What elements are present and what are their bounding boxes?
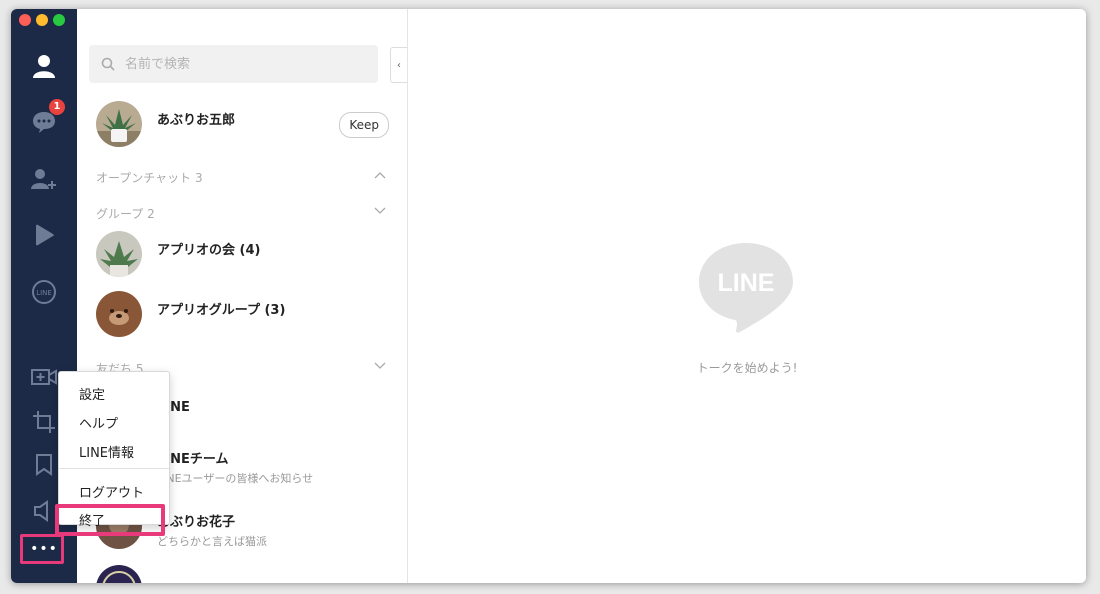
menu-item-logout[interactable]: ログアウト bbox=[79, 482, 144, 501]
line-logo-icon: LINE bbox=[699, 243, 793, 333]
chevron-down-icon bbox=[374, 362, 386, 369]
line-circle-icon: LINE bbox=[32, 280, 56, 304]
friend-status: LINEユーザーの皆様へお知らせ bbox=[157, 472, 314, 485]
sidebar-item-chats[interactable]: 1 bbox=[27, 99, 65, 139]
chevron-left-icon: ‹ bbox=[397, 59, 401, 71]
collapse-list-button[interactable]: ‹ bbox=[390, 47, 407, 83]
search-input[interactable] bbox=[89, 45, 378, 83]
search-icon bbox=[101, 57, 115, 71]
avatar bbox=[96, 565, 142, 583]
quit-item-highlight bbox=[55, 504, 165, 536]
sidebar-item-keep[interactable] bbox=[27, 448, 61, 482]
chat-bubble-icon bbox=[33, 112, 55, 133]
friend-row[interactable] bbox=[77, 561, 407, 583]
menu-item-settings[interactable]: 設定 bbox=[79, 384, 105, 403]
sidebar-item-friends[interactable] bbox=[27, 49, 61, 83]
sidebar-item-more[interactable]: ••• bbox=[27, 532, 61, 566]
menu-item-help[interactable]: ヘルプ bbox=[79, 413, 118, 432]
avatar bbox=[96, 231, 142, 277]
section-label: グループ 2 bbox=[96, 207, 155, 221]
group-name: アプリオグループ (3) bbox=[157, 303, 286, 318]
profile-name: あぶりお五郎 bbox=[157, 113, 236, 128]
bookmark-icon bbox=[36, 454, 52, 476]
app-window: 1 LINE ••• ‹ bbox=[11, 9, 1086, 583]
group-name: アプリオの会 (4) bbox=[157, 243, 261, 258]
crop-icon bbox=[33, 411, 55, 433]
close-window-button[interactable] bbox=[19, 14, 31, 26]
minimize-window-button[interactable] bbox=[36, 14, 48, 26]
more-context-menu: 設定 ヘルプ LINE情報 ログアウト 終了 bbox=[58, 371, 170, 529]
avatar bbox=[96, 101, 142, 147]
sidebar-item-line-services[interactable]: LINE bbox=[27, 275, 61, 309]
sidebar-item-add-friends[interactable] bbox=[27, 162, 61, 196]
line-logo-text: LINE bbox=[718, 269, 775, 297]
add-person-icon bbox=[31, 169, 56, 189]
sidebar-item-screenshot[interactable] bbox=[27, 405, 61, 439]
svg-text:LINE: LINE bbox=[36, 289, 52, 297]
group-row[interactable]: アプリオの会 (4) bbox=[77, 227, 407, 283]
sidebar-item-video-call[interactable] bbox=[27, 360, 61, 394]
zoom-window-button[interactable] bbox=[53, 14, 65, 26]
my-profile-row[interactable]: あぶりお五郎 Keep bbox=[77, 97, 407, 153]
empty-state-message: トークを始めよう! bbox=[696, 361, 798, 375]
keep-button[interactable]: Keep bbox=[339, 112, 389, 138]
play-icon bbox=[36, 224, 54, 246]
menu-divider bbox=[59, 468, 169, 469]
section-groups[interactable]: グループ 2 bbox=[96, 205, 386, 225]
chat-main-pane: LINE トークを始めよう! bbox=[408, 9, 1086, 583]
section-label: オープンチャット 3 bbox=[96, 171, 203, 185]
unread-badge: 1 bbox=[49, 99, 65, 115]
avatar bbox=[96, 291, 142, 337]
person-icon bbox=[33, 55, 55, 78]
chevron-down-icon bbox=[374, 207, 386, 214]
more-dots-icon: ••• bbox=[30, 541, 58, 557]
chevron-up-icon bbox=[374, 172, 386, 179]
section-open-chat[interactable]: オープンチャット 3 bbox=[96, 169, 386, 189]
friend-status: どちらかと言えば猫派 bbox=[157, 535, 267, 548]
speaker-icon bbox=[34, 500, 48, 522]
group-row[interactable]: アプリオグループ (3) bbox=[77, 287, 407, 343]
sidebar-item-timeline[interactable] bbox=[27, 218, 61, 252]
menu-item-line-info[interactable]: LINE情報 bbox=[79, 442, 134, 461]
video-plus-icon bbox=[31, 369, 57, 385]
